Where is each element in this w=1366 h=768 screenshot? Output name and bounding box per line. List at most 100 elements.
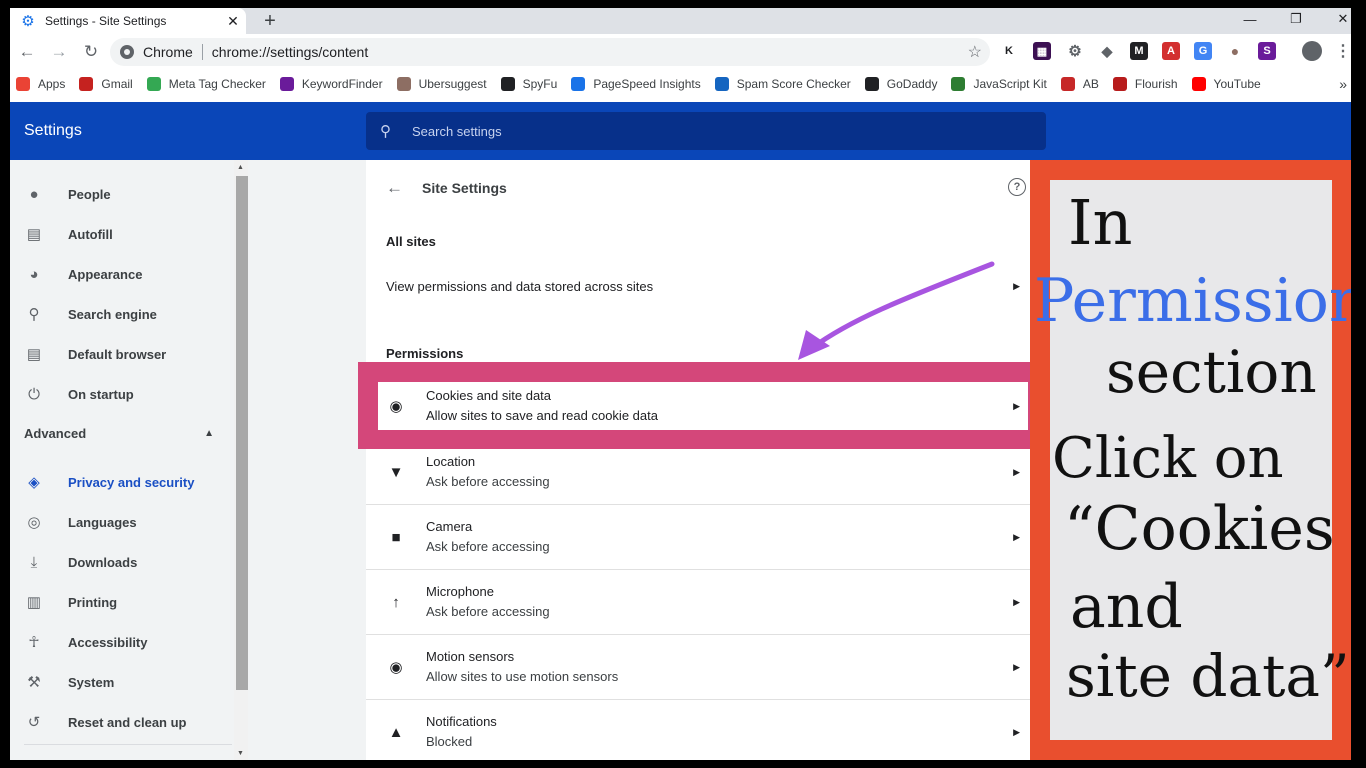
sidebar-divider — [24, 744, 232, 745]
extension-gear-icon[interactable]: ⚙ — [1066, 42, 1084, 60]
back-arrow-icon[interactable]: ← — [386, 178, 406, 198]
site-settings-header: ← Site Settings ? — [366, 160, 1030, 216]
bookmark-item[interactable]: SpyFu — [500, 77, 557, 91]
extension-puzzle-icon[interactable]: ◆ — [1098, 42, 1116, 60]
permission-title: Motion sensors — [426, 649, 515, 664]
permission-row-microphone[interactable]: ↑ Microphone Ask before accessing ▶ — [366, 569, 1030, 634]
sidebar-item-label: Printing — [68, 594, 118, 610]
bookmark-item[interactable]: Ubersuggest — [396, 77, 487, 91]
annotation-line-7: site data” — [1066, 642, 1350, 710]
scroll-down-icon[interactable]: ▼ — [237, 750, 244, 757]
scroll-thumb[interactable] — [236, 176, 248, 690]
permission-row-camera[interactable]: ■ Camera Ask before accessing ▶ — [366, 504, 1030, 569]
bookmark-label: Meta Tag Checker — [168, 77, 266, 91]
sidebar-item-downloads[interactable]: ⤓ Downloads — [10, 542, 234, 582]
cookie-icon: ◉ — [389, 398, 403, 415]
bookmark-item[interactable]: AB — [1060, 77, 1099, 91]
sidebar-item-languages[interactable]: ◎ Languages — [10, 502, 234, 542]
omnibox[interactable]: Chrome chrome://settings/content ☆ — [110, 38, 990, 66]
extension-translate-icon[interactable]: G — [1194, 42, 1212, 60]
menu-icon[interactable]: ⋮ — [1334, 42, 1351, 60]
advanced-label: Advanced — [24, 426, 87, 441]
help-icon[interactable]: ? — [1008, 178, 1026, 196]
permission-row-cookies[interactable]: ◉ Cookies and site data Allow sites to s… — [378, 382, 1028, 430]
chrome-icon — [120, 45, 134, 59]
bookmark-favicon-icon — [1060, 77, 1075, 91]
bookmark-favicon-icon — [79, 77, 94, 91]
omnibox-chip: Chrome — [120, 44, 193, 60]
settings-header: Settings ⚲ — [10, 102, 1351, 160]
sidebar-item-privacy-and-security[interactable]: ◈ Privacy and security — [10, 462, 234, 502]
sidebar-item-default-browser[interactable]: ▤ Default browser — [10, 334, 234, 374]
permission-subtitle: Allow sites to use motion sensors — [426, 669, 619, 684]
bookmark-item[interactable]: Meta Tag Checker — [146, 77, 266, 91]
url-text[interactable]: chrome://settings/content — [212, 44, 368, 60]
permission-title: Location — [426, 454, 476, 469]
bookmark-label: AB — [1082, 77, 1099, 91]
profile-avatar[interactable] — [1302, 41, 1322, 61]
sidebar: Advanced ▲ ● People ▤ Autofill ◕ Appearance ⚲ S… — [10, 160, 234, 760]
sidebar-item-printing[interactable]: ▥ Printing — [10, 582, 234, 622]
bookmark-star-icon[interactable]: ☆ — [968, 42, 982, 62]
sidebar-item-accessibility[interactable]: ☥ Accessibility — [10, 622, 234, 662]
search-box[interactable]: ⚲ — [366, 112, 1046, 150]
extension-s-icon[interactable]: S — [1258, 42, 1276, 60]
bookmarks-overflow-icon[interactable]: » — [1339, 76, 1347, 92]
bookmark-item[interactable]: Spam Score Checker — [714, 77, 851, 91]
bookmark-label: PageSpeed Insights — [593, 77, 701, 91]
bookmark-item[interactable]: JavaScript Kit — [951, 77, 1047, 91]
permission-title: Cookies and site data — [426, 388, 552, 403]
bookmark-item[interactable]: PageSpeed Insights — [571, 77, 701, 91]
restore-button[interactable]: ❐ — [1276, 8, 1316, 30]
extension-m-icon[interactable]: M — [1130, 42, 1148, 60]
chevron-right-icon: ▶ — [1013, 661, 1020, 672]
bookmark-item[interactable]: GoDaddy — [864, 77, 937, 91]
advanced-toggle[interactable]: Advanced ▲ — [24, 426, 214, 441]
bookmark-item[interactable]: YouTube — [1191, 77, 1261, 91]
permission-subtitle: Ask before accessing — [426, 539, 550, 554]
sidebar-item-appearance[interactable]: ◕ Appearance — [10, 254, 234, 294]
new-tab-button[interactable]: + — [258, 8, 282, 34]
extension-grid-icon[interactable]: ▦ — [1033, 42, 1051, 60]
bookmark-item[interactable]: Gmail — [79, 77, 133, 91]
active-tab[interactable]: ⚙ Settings - Site Settings ✕ — [10, 8, 246, 34]
sidebar-item-people[interactable]: ● People — [10, 174, 234, 214]
annotation-line-2: Permission — [1034, 266, 1351, 336]
close-tab-icon[interactable]: ✕ — [224, 12, 242, 30]
bookmark-label: Apps — [38, 77, 66, 91]
search-input[interactable] — [412, 123, 1012, 139]
extension-a-icon[interactable]: A — [1162, 42, 1180, 60]
permission-title: Microphone — [426, 584, 494, 599]
bookmark-label: JavaScript Kit — [973, 77, 1047, 91]
bookmark-item[interactable]: KeywordFinder — [279, 77, 383, 91]
sidebar-item-on-startup[interactable]: ⏻ On startup — [10, 374, 234, 414]
sidebar-item-reset-and-clean-up[interactable]: ↺ Reset and clean up — [10, 702, 234, 742]
bookmark-item[interactable]: Flourish — [1112, 77, 1178, 91]
bookmark-label: KeywordFinder — [301, 77, 383, 91]
sidebar-item-autofill[interactable]: ▤ Autofill — [10, 214, 234, 254]
tab-title: Settings - Site Settings — [45, 14, 167, 28]
sidebar-scrollbar[interactable]: ▲ ▼ — [234, 160, 248, 760]
permission-row-motion-sensors[interactable]: ◉ Motion sensors Allow sites to use motion… — [366, 634, 1030, 699]
wrench-icon: ⚒ — [27, 674, 41, 691]
extension-k-icon[interactable]: K — [1000, 42, 1018, 60]
scroll-up-icon[interactable]: ▲ — [237, 164, 244, 171]
sidebar-item-system[interactable]: ⚒ System — [10, 662, 234, 702]
back-button[interactable]: ← — [12, 37, 42, 67]
minimize-button[interactable]: — — [1230, 8, 1270, 30]
forward-button[interactable]: → — [44, 37, 74, 67]
extension-cookie-icon[interactable]: ● — [1226, 42, 1244, 60]
close-window-button[interactable]: ✕ — [1323, 8, 1351, 30]
permission-row-notifications[interactable]: ▲ Notifications Blocked ▶ — [366, 699, 1030, 760]
sidebar-item-search-engine[interactable]: ⚲ Search engine — [10, 294, 234, 334]
annotation-line-3: section — [1106, 338, 1317, 406]
reload-button[interactable]: ↻ — [76, 37, 106, 67]
motion-sensor-icon: ◉ — [389, 659, 403, 676]
person-icon: ● — [29, 185, 39, 203]
bookmark-item[interactable]: Apps — [16, 77, 65, 91]
chevron-right-icon: ▶ — [1013, 466, 1020, 477]
sidebar-item-label: Privacy and security — [68, 474, 195, 490]
omnibox-separator — [201, 44, 203, 60]
chevron-right-icon: ▶ — [1013, 400, 1020, 411]
all-sites-row[interactable]: View permissions and data stored across … — [366, 266, 1030, 306]
